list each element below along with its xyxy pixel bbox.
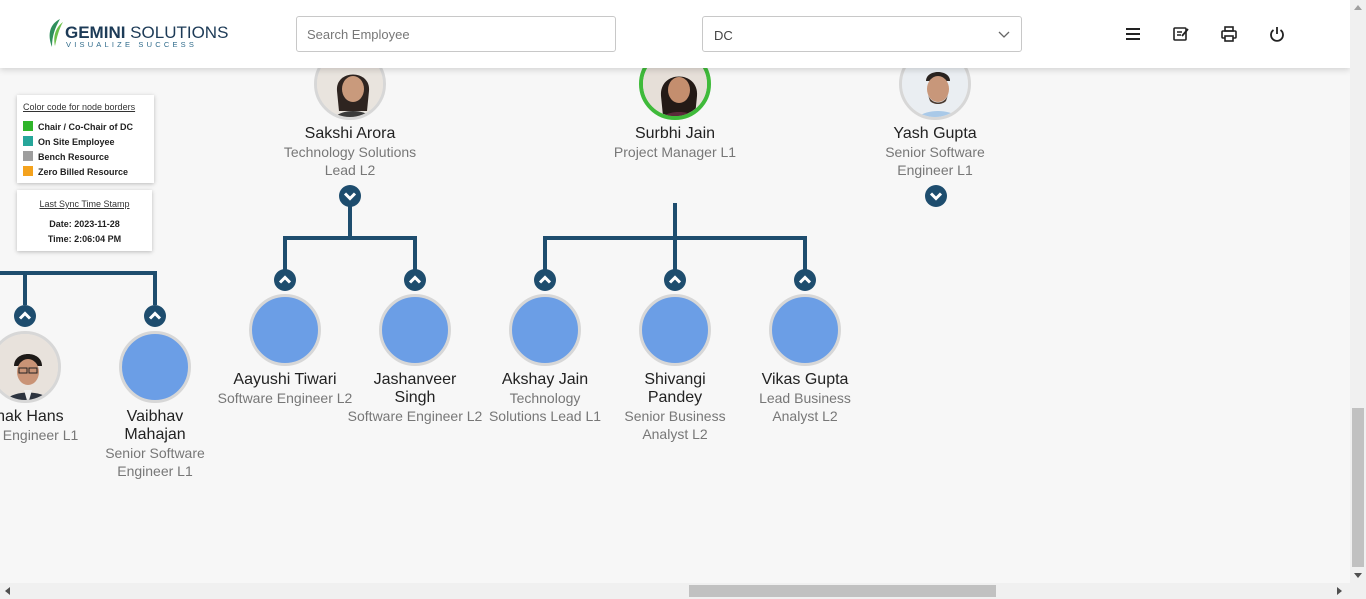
employee-role: Project Manager L1 [613,144,737,160]
border-color-legend: Color code for node borders Chair / Co-C… [17,95,154,183]
power-icon [1270,27,1284,42]
avatar-placeholder [509,294,581,366]
employee-role: Technology Solutions Lead L2 [283,144,417,178]
employee-name: Yash Gupta [893,125,977,142]
employee-name: Akshay Jain [501,371,589,388]
avatar-placeholder [769,294,841,366]
avatar-placeholder [119,331,191,403]
notes-button[interactable] [1171,24,1191,44]
dc-select-value: DC [714,28,733,43]
chevron-up-icon [668,275,682,284]
top-header: GEMINI SOLUTIONS VISUALIZE SUCCESS DC [0,0,1350,68]
chevron-up-icon [278,275,292,284]
gemini-logo[interactable]: GEMINI SOLUTIONS VISUALIZE SUCCESS [46,16,228,52]
parent-toggle[interactable] [274,269,296,291]
sync-timestamp-card: Last Sync Time Stamp Date: 2023-11-28 Ti… [17,190,152,251]
legend-item-chair: Chair / Co-Chair of DC [23,121,133,133]
parent-toggle[interactable] [664,269,686,291]
legend-item-onsite: On Site Employee [23,136,115,148]
employee-role: Senior Software Engineer L1 [885,144,985,178]
notes-icon [1173,27,1189,41]
parent-toggle[interactable] [794,269,816,291]
chevron-down-icon [929,192,943,201]
dc-select[interactable]: DC [702,16,1022,52]
employee-node-jashanveer-singh[interactable]: Jashanveer Singh Software Engineer L2 [345,294,485,425]
employee-node-sarthak-hans[interactable]: rthak Hans vare Engineer L1 [0,331,95,444]
legend-swatch [23,121,33,131]
chevron-up-icon [798,275,812,284]
employee-node-aayushi-tiwari[interactable]: Aayushi Tiwari Software Engineer L2 [215,294,355,407]
employee-role: Lead Business Analyst L2 [759,390,851,424]
horizontal-scroll-thumb[interactable] [689,585,996,597]
expand-children-toggle[interactable] [925,185,947,207]
chevron-up-icon [538,275,552,284]
legend-swatch [23,166,33,176]
sync-title: Last Sync Time Stamp [39,199,130,209]
legend-swatch [23,151,33,161]
sync-date: Date: 2023-11-28 [49,219,120,229]
employee-name: Jashanveer Singh [373,371,457,406]
legend-item-zero-billed: Zero Billed Resource [23,166,128,178]
parent-toggle[interactable] [534,269,556,291]
search-employee-input[interactable] [296,16,616,52]
legend-title: Color code for node borders [23,102,136,112]
employee-name: Surbhi Jain [634,125,716,142]
employee-role: Senior Software Engineer L1 [105,445,205,479]
employee-role: Technology Solutions Lead L1 [488,390,602,424]
vertical-scroll-thumb[interactable] [1352,408,1364,567]
employee-name: rthak Hans [0,408,64,425]
print-icon [1221,26,1237,42]
chevron-up-icon [18,311,32,320]
scroll-right-arrow-icon[interactable] [1337,587,1342,595]
person-photo-icon [0,334,58,400]
vertical-scrollbar[interactable] [1350,0,1366,583]
employee-role: Software Engineer L2 [347,408,483,424]
employee-name: Vikas Gupta [761,371,849,388]
avatar-placeholder [379,294,451,366]
employee-node-vikas-gupta[interactable]: Vikas Gupta Lead Business Analyst L2 [735,294,875,425]
menu-button[interactable] [1123,24,1143,44]
employee-node-vaibhav-mahajan[interactable]: Vaibhav Mahajan Senior Software Engineer… [85,331,225,480]
employee-role: Senior Business Analyst L2 [624,408,726,442]
avatar-placeholder [249,294,321,366]
employee-node-shivangi-pandey[interactable]: Shivangi Pandey Senior Business Analyst … [605,294,745,443]
scroll-up-arrow-icon[interactable] [1354,5,1362,10]
horizontal-scrollbar[interactable] [0,583,1366,599]
power-button[interactable] [1267,24,1287,44]
scroll-down-arrow-icon[interactable] [1354,573,1362,578]
chevron-down-icon [343,192,357,201]
chevron-up-icon [408,275,422,284]
parent-toggle[interactable] [144,305,166,327]
parent-toggle[interactable] [404,269,426,291]
avatar-placeholder [639,294,711,366]
scroll-left-arrow-icon[interactable] [5,587,10,595]
chevron-down-icon [998,31,1010,38]
menu-icon [1126,28,1140,40]
sync-time: Time: 2:06:04 PM [47,234,122,244]
employee-name: Vaibhav Mahajan [124,408,186,443]
collapse-children-toggle[interactable] [339,185,361,207]
leaf-logo-icon [49,19,63,47]
employee-name: Sakshi Arora [304,125,396,142]
print-button[interactable] [1219,24,1239,44]
legend-item-bench: Bench Resource [23,151,109,163]
employee-node-akshay-jain[interactable]: Akshay Jain Technology Solutions Lead L1 [475,294,615,425]
employee-role: Software Engineer L2 [217,390,353,406]
parent-toggle[interactable] [14,305,36,327]
chevron-up-icon [148,311,162,320]
employee-role: vare Engineer L1 [0,427,79,443]
avatar [0,331,61,403]
employee-name: Shivangi Pandey [644,371,706,406]
logo-tagline: VISUALIZE SUCCESS [66,40,198,49]
legend-swatch [23,136,33,146]
employee-name: Aayushi Tiwari [233,371,337,388]
